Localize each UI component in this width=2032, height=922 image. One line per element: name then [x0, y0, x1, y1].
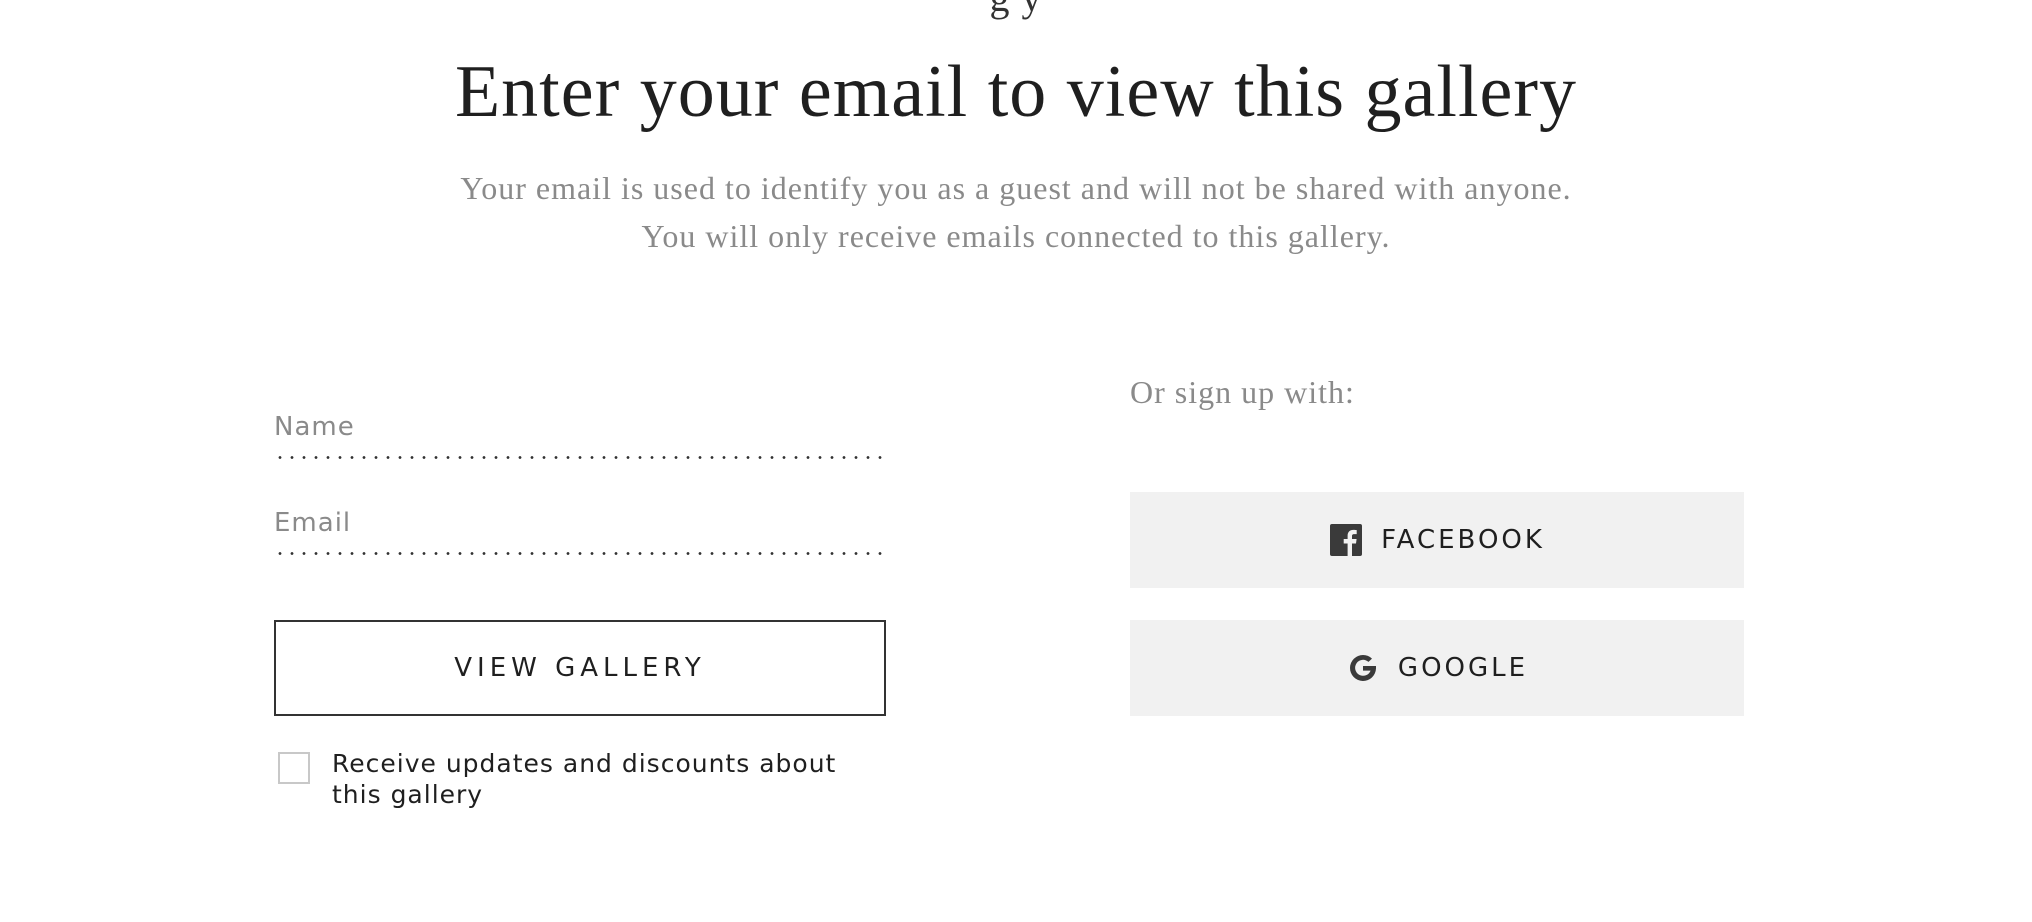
- email-underline: [274, 552, 886, 555]
- name-field-wrapper: [274, 400, 886, 462]
- page-title: Enter your email to view this gallery: [454, 51, 1578, 133]
- social-signup: Or sign up with: FACEBOOK GOOGLE: [1130, 372, 1744, 716]
- facebook-button[interactable]: FACEBOOK: [1130, 492, 1744, 588]
- google-button[interactable]: GOOGLE: [1130, 620, 1744, 716]
- email-field-wrapper: [274, 496, 886, 558]
- email-form: VIEW GALLERY Receive updates and discoun…: [274, 400, 886, 809]
- updates-checkbox-row: Receive updates and discounts about this…: [274, 748, 886, 810]
- facebook-icon: [1329, 523, 1363, 557]
- subtitle-line-2: You will only receive emails connected t…: [641, 218, 1391, 254]
- facebook-button-label: FACEBOOK: [1381, 525, 1545, 555]
- name-underline: [274, 456, 886, 459]
- view-gallery-button[interactable]: VIEW GALLERY: [274, 620, 886, 716]
- name-input[interactable]: [274, 400, 886, 454]
- google-button-label: GOOGLE: [1397, 653, 1529, 683]
- subtitle-line-1: Your email is used to identify you as a …: [460, 170, 1572, 206]
- updates-checkbox-label[interactable]: Receive updates and discounts about this…: [332, 748, 872, 810]
- google-icon: [1346, 651, 1380, 685]
- updates-checkbox[interactable]: [278, 752, 310, 784]
- email-input[interactable]: [274, 496, 886, 550]
- gallery-name-cut: g y: [0, 0, 2032, 21]
- social-heading: Or sign up with:: [1130, 374, 1355, 410]
